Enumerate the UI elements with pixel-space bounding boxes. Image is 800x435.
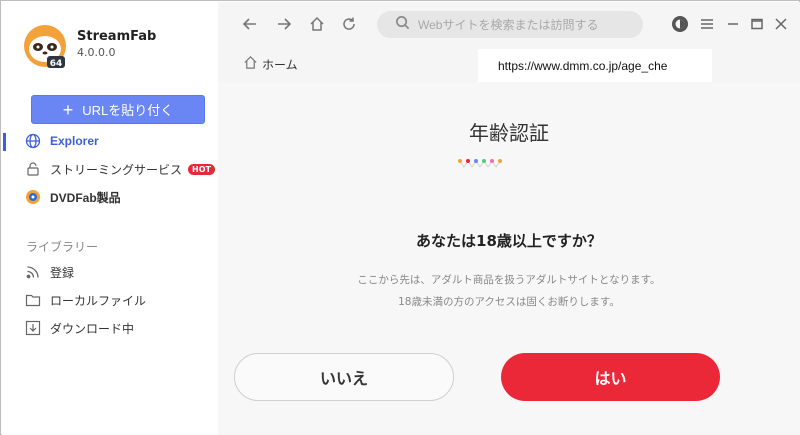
browser-toolbar (218, 2, 800, 46)
forward-icon[interactable] (274, 14, 294, 34)
sidebar-item-downloading[interactable]: ダウンロード中 (24, 318, 134, 338)
age-verification-page: 年齢認証 あなたは18歳以上ですか？ ここから先は、アダルト商品を扱うアダルトサ… (218, 82, 800, 435)
sidebar: 64 StreamFab 4.0.0.0 + URLを貼り付く Explorer (2, 2, 218, 435)
library-title: ライブラリー (26, 240, 99, 254)
lock-icon (24, 160, 42, 178)
address-bar[interactable]: https://www.dmm.co.jp/age_che (478, 49, 712, 82)
sidebar-item-label: DVDFab製品 (50, 190, 121, 205)
minimize-icon[interactable] (723, 14, 743, 34)
home-tab-icon (243, 55, 258, 73)
notice-line-1: ここから先は、アダルト商品を扱うアダルトサイトとなります。 (357, 274, 661, 286)
sidebar-item-label: 登録 (50, 265, 75, 280)
plus-icon: + (62, 99, 74, 120)
theme-icon[interactable] (670, 14, 690, 34)
age-question: あなたは18歳以上ですか？ (416, 232, 602, 250)
tab-home[interactable]: ホーム (243, 55, 298, 73)
active-indicator (3, 133, 6, 151)
folder-icon (24, 291, 42, 309)
sidebar-item-explorer[interactable]: Explorer (24, 131, 99, 151)
sidebar-item-streaming[interactable]: ストリーミングサービス HOT (24, 159, 215, 179)
refresh-icon[interactable] (339, 14, 359, 34)
paste-url-label: URLを貼り付く (82, 103, 174, 118)
download-icon (24, 319, 42, 337)
sidebar-item-label: ローカルファイル (50, 293, 147, 308)
decoration-icon (458, 156, 502, 170)
search-input[interactable] (418, 17, 628, 32)
maximize-icon[interactable] (747, 14, 767, 34)
logo-badge: 64 (50, 59, 63, 69)
back-icon[interactable] (240, 14, 260, 34)
menu-icon[interactable] (697, 14, 717, 34)
sidebar-item-label: ダウンロード中 (50, 321, 135, 336)
close-icon[interactable] (771, 14, 791, 34)
notice-line-2: 18歳未満の方のアクセスは固くお断りします。 (398, 296, 620, 308)
sidebar-item-local-files[interactable]: ローカルファイル (24, 290, 146, 310)
sidebar-item-dvdfab[interactable]: DVDFab製品 (24, 187, 121, 207)
no-button[interactable]: いいえ (234, 353, 454, 401)
search-icon (395, 15, 410, 34)
search-bar[interactable] (377, 11, 643, 38)
tab-bar: ホーム https://www.dmm.co.jp/age_che (218, 46, 800, 82)
rss-icon (24, 263, 42, 281)
sidebar-item-label: ストリーミングサービス (50, 162, 183, 177)
home-icon[interactable] (307, 14, 327, 34)
app-name: StreamFab (77, 29, 157, 44)
app-window: 64 StreamFab 4.0.0.0 + URLを貼り付く Explorer (0, 0, 800, 435)
sidebar-item-label: Explorer (50, 134, 99, 148)
tab-home-label: ホーム (262, 57, 298, 72)
streamfab-logo: 64 (21, 22, 69, 70)
sidebar-item-subscriptions[interactable]: 登録 (24, 262, 74, 282)
dvdfab-icon (24, 188, 42, 206)
app-version: 4.0.0.0 (77, 46, 116, 59)
globe-icon (24, 132, 42, 150)
page-title: 年齢認証 (469, 121, 549, 145)
yes-button[interactable]: はい (501, 353, 720, 401)
paste-url-button[interactable]: + URLを貼り付く (31, 95, 205, 124)
hot-badge: HOT (188, 163, 215, 175)
